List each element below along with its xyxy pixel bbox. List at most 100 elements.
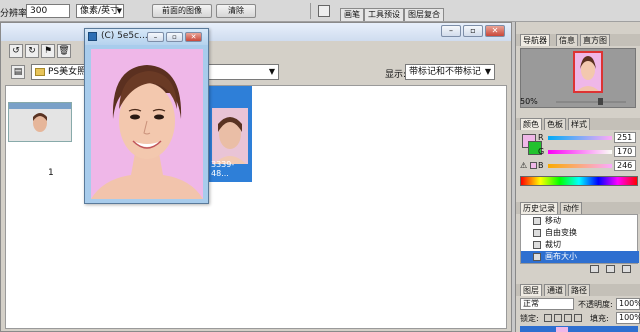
fill-input[interactable]: 100% — [616, 312, 640, 324]
tab-color[interactable]: 颜色 — [520, 118, 542, 130]
lock-image-icon[interactable] — [554, 314, 562, 322]
file-browser-icon[interactable] — [318, 5, 330, 17]
tab-paths[interactable]: 路径 — [568, 284, 590, 296]
warning-icon[interactable]: ⚠ — [520, 161, 527, 170]
tab-actions[interactable]: 动作 — [560, 202, 582, 214]
blue-label: B — [538, 161, 544, 170]
selected-thumbnail[interactable]: 3339-48... — [208, 86, 252, 182]
chevron-down-icon: ▼ — [268, 67, 275, 76]
history-item[interactable]: 自由变换 — [521, 227, 639, 239]
close-icon[interactable]: ✕ — [185, 32, 202, 42]
maximize-icon[interactable]: ▫ — [463, 25, 483, 37]
maximize-icon[interactable]: ▫ — [166, 32, 183, 42]
lock-transparent-icon[interactable] — [544, 314, 552, 322]
green-value[interactable]: 170 — [614, 146, 636, 157]
crop-icon — [533, 241, 541, 249]
blue-slider[interactable] — [548, 164, 612, 168]
red-value[interactable]: 251 — [614, 132, 636, 143]
thumbnail-area: 1 3339-48... — [5, 85, 507, 329]
history-footer — [520, 265, 638, 275]
tab-tool-presets[interactable]: 工具预设 — [364, 8, 404, 21]
lock-position-icon[interactable] — [564, 314, 572, 322]
layer-row[interactable] — [520, 326, 638, 332]
front-image-button[interactable]: 前面的图像 — [152, 4, 212, 18]
resolution-input[interactable]: 300 — [26, 4, 70, 18]
navigator-view-box[interactable] — [573, 51, 603, 93]
folder-up-icon[interactable]: ▤ — [11, 65, 25, 79]
layer-thumbnail — [556, 327, 568, 332]
green-slider-row: G 170 — [538, 146, 638, 158]
tab-history[interactable]: 历史记录 — [520, 202, 558, 214]
portrait-photo — [91, 49, 203, 199]
thumbnail-caption: 3339-48... — [211, 160, 235, 178]
canvas-size-icon — [533, 253, 541, 261]
history-item-label: 画布大小 — [545, 252, 577, 261]
minimize-icon[interactable]: – — [147, 32, 164, 42]
history-item-selected[interactable]: 画布大小 — [521, 251, 639, 263]
rotate-left-icon[interactable]: ↺ — [9, 44, 23, 58]
history-item[interactable]: 裁切 — [521, 239, 639, 251]
portrait-thumbnail — [212, 108, 248, 164]
zoom-slider[interactable] — [556, 101, 626, 103]
show-filter-value: 带标记和不带标记 — [409, 67, 482, 77]
palette-well: 画笔 工具预设 图层复合 — [340, 8, 640, 22]
zoom-slider-handle[interactable] — [598, 98, 603, 105]
history-item-label: 移动 — [545, 216, 561, 225]
options-bar: 分辨率: 300 像素/英寸 ▼ 前面的图像 清除 画笔 工具预设 图层复合 — [0, 0, 640, 22]
show-filter-select[interactable]: 带标记和不带标记 ▼ — [405, 64, 495, 80]
document-title: (C) 5e5c... — [101, 31, 148, 41]
photoshop-screenshot-thumbnail — [9, 103, 71, 141]
chevron-down-icon: ▼ — [116, 7, 122, 15]
document-titlebar[interactable]: (C) 5e5c... – ▫ ✕ — [85, 29, 208, 45]
zoom-row: 50% — [520, 97, 638, 107]
tab-navigator[interactable]: 导航器 — [520, 34, 550, 46]
unit-select[interactable]: 像素/英寸 ▼ — [76, 4, 124, 18]
history-item-label: 裁切 — [545, 240, 561, 249]
file-browser-toolbar: ↺ ↻ ⚑ 🗑 — [1, 41, 511, 61]
chevron-down-icon: ▼ — [484, 67, 491, 76]
flag-icon[interactable]: ⚑ — [41, 44, 55, 58]
trash-icon[interactable]: 🗑 — [57, 44, 71, 58]
image-canvas[interactable] — [91, 49, 203, 199]
location-value: PS美女照 — [48, 67, 87, 77]
thumbnail-index: 1 — [48, 168, 54, 178]
show-label: 显示: — [385, 70, 407, 80]
trash-icon[interactable] — [622, 265, 631, 273]
gamut-swatch[interactable] — [530, 162, 537, 169]
rotate-right-icon[interactable]: ↻ — [25, 44, 39, 58]
new-snapshot-icon[interactable] — [606, 265, 615, 273]
folder-icon — [35, 68, 45, 76]
opacity-label: 不透明度: — [578, 300, 613, 309]
tab-brushes[interactable]: 画笔 — [340, 8, 364, 21]
red-slider[interactable] — [548, 136, 612, 140]
layers-blend-row: 正常 不透明度: 100% — [520, 298, 640, 312]
document-window-controls: – ▫ ✕ — [145, 32, 202, 42]
blue-value[interactable]: 246 — [614, 160, 636, 171]
tab-layers[interactable]: 图层 — [520, 284, 542, 296]
blend-mode-select[interactable]: 正常 — [520, 298, 574, 310]
lock-all-icon[interactable] — [574, 314, 582, 322]
clear-button[interactable]: 清除 — [216, 4, 256, 18]
fill-label: 填充: — [590, 314, 609, 323]
close-icon[interactable]: ✕ — [485, 25, 505, 37]
layers-tabs: 图层 通道 路径 — [516, 284, 640, 296]
tab-histogram[interactable]: 直方图 — [580, 34, 610, 46]
tab-info[interactable]: 信息 — [556, 34, 578, 46]
color-spectrum-bar[interactable] — [520, 176, 638, 186]
tab-styles[interactable]: 样式 — [568, 118, 590, 130]
new-document-icon[interactable] — [590, 265, 599, 273]
green-label: G — [538, 147, 545, 156]
color-tabs: 颜色 色板 样式 — [516, 118, 640, 130]
tab-swatches[interactable]: 色板 — [544, 118, 566, 130]
preview-thumbnail[interactable] — [8, 102, 72, 142]
move-icon — [533, 217, 541, 225]
window-controls: – ▫ ✕ — [439, 25, 505, 37]
image-document-window[interactable]: (C) 5e5c... – ▫ ✕ — [84, 28, 209, 204]
tab-layer-comps[interactable]: 图层复合 — [404, 8, 444, 21]
opacity-input[interactable]: 100% — [616, 298, 640, 310]
green-slider[interactable] — [548, 150, 612, 154]
minimize-icon[interactable]: – — [441, 25, 461, 37]
history-item[interactable]: 移动 — [521, 215, 639, 227]
right-panels: 导航器 信息 直方图 50% 颜色 色板 样式 R 251 G 170 ⚠ B … — [515, 22, 640, 332]
tab-channels[interactable]: 通道 — [544, 284, 566, 296]
